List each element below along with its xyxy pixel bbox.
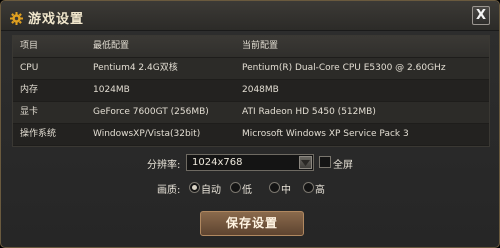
header-current: 当前配置 [242,41,279,51]
quality-radio-high[interactable] [303,182,314,193]
row-label: 操作系统 [20,129,57,139]
row-current: Microsoft Windows XP Service Pack 3 [242,129,409,139]
header-item: 项目 [20,41,39,51]
game-settings-dialog: 游戏设置 X 项目 最低配置 当前配置 CPU Pentium4 2.4G双核 … [0,0,500,248]
resolution-value: 1024x768 [192,157,243,168]
system-requirements-table: 项目 最低配置 当前配置 CPU Pentium4 2.4G双核 Pentium… [12,35,490,147]
row-label: 内存 [20,85,39,95]
quality-option-medium[interactable]: 中 [281,181,291,196]
quality-radio-medium[interactable] [269,182,280,193]
quality-option-high[interactable]: 高 [315,181,325,196]
title-bar: 游戏设置 X [1,1,499,31]
row-current: ATI Radeon HD 5450 (512MB) [242,107,376,117]
quality-option-auto[interactable]: 自动 [201,181,221,196]
save-settings-button[interactable]: 保存设置 [200,211,304,236]
gear-icon [10,10,23,25]
row-label: CPU [20,63,39,73]
row-current: 2048MB [242,85,279,95]
table-row-graphics: 显卡 GeForce 7600GT (256MB) ATI Radeon HD … [13,102,489,123]
quality-option-low[interactable]: 低 [242,181,252,196]
chevron-down-icon[interactable] [299,156,312,169]
resolution-label: 分辨率: [147,160,181,171]
quality-label: 画质: [157,185,181,196]
close-button[interactable]: X [472,6,490,25]
fullscreen-label: 全屏 [333,160,353,171]
row-current: Pentium(R) Dual-Core CPU E5300 @ 2.60GHz [242,63,446,73]
quality-radio-low[interactable] [230,182,241,193]
quality-radio-auto[interactable] [189,182,200,193]
row-minimum: Pentium4 2.4G双核 [93,63,178,73]
row-minimum: GeForce 7600GT (256MB) [93,107,209,117]
table-row-cpu: CPU Pentium4 2.4G双核 Pentium(R) Dual-Core… [13,58,489,79]
row-minimum: WindowsXP/Vista(32bit) [93,129,201,139]
resolution-dropdown[interactable]: 1024x768 [186,154,314,171]
row-minimum: 1024MB [93,85,130,95]
table-row-memory: 内存 1024MB 2048MB [13,80,489,101]
window-title: 游戏设置 [28,12,85,27]
table-row-os: 操作系统 WindowsXP/Vista(32bit) Microsoft Wi… [13,124,489,145]
table-header-row: 项目 最低配置 当前配置 [13,36,489,57]
fullscreen-checkbox[interactable] [319,156,331,168]
header-minimum: 最低配置 [93,41,130,51]
row-label: 显卡 [20,107,39,117]
